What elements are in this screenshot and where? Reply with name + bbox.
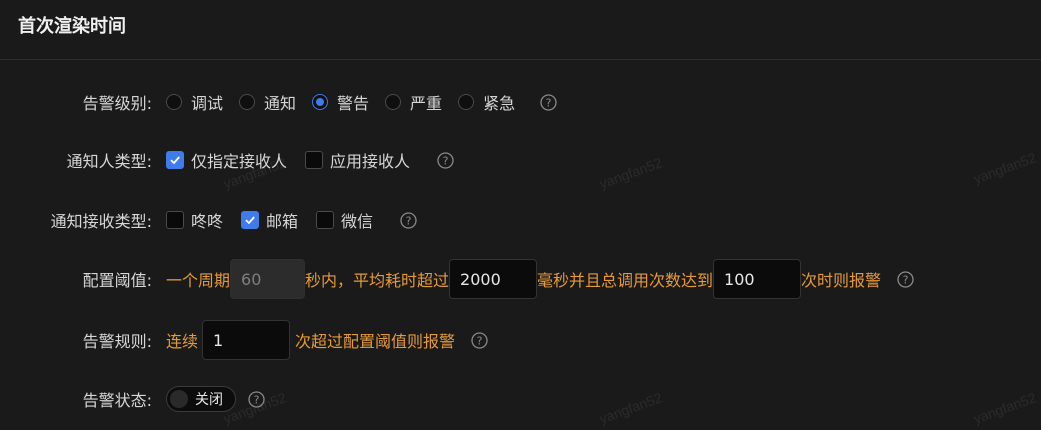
checkbox-box[interactable]: [305, 151, 324, 169]
checkbox-label: 邮箱: [266, 212, 299, 231]
receive-type-row: 通知接收类型: 咚咚 邮箱 微信 ?: [0, 200, 1041, 240]
checkmark-icon: [245, 216, 255, 225]
threshold-text-3: 毫秒并且总调用次数达到: [537, 271, 714, 290]
avg-time-value: 2000: [460, 269, 501, 289]
help-icon[interactable]: ?: [897, 270, 914, 288]
consecutive-count-input[interactable]: 1: [202, 320, 291, 360]
radio-label: 警告: [337, 94, 370, 113]
radio-circle[interactable]: [239, 94, 256, 110]
radio-label: 严重: [410, 94, 443, 113]
radio-label: 紧急: [483, 94, 516, 113]
svg-text:?: ?: [443, 154, 449, 167]
radio-circle[interactable]: [166, 94, 182, 110]
checkbox-label: 仅指定接收人: [191, 152, 288, 171]
threshold-text-1: 一个周期: [166, 271, 231, 290]
checkbox-specified-receivers[interactable]: 仅指定接收人: [166, 148, 287, 172]
svg-text:?: ?: [406, 214, 412, 227]
checkbox-wechat[interactable]: 微信: [316, 208, 373, 232]
toggle-text: 关闭: [195, 392, 223, 408]
help-icon[interactable]: ?: [540, 93, 557, 111]
avg-time-input[interactable]: 2000: [449, 259, 538, 299]
notifier-type-label: 通知人类型:: [66, 152, 152, 171]
radio-circle[interactable]: [312, 94, 329, 110]
notifier-type-row: 通知人类型: 仅指定接收人 应用接收人 ?: [0, 140, 1041, 180]
radio-circle[interactable]: [458, 94, 475, 110]
svg-text:?: ?: [546, 96, 552, 109]
rule-row: 告警规则: 连续 1 次超过配置阈值则报警 ?: [0, 320, 1041, 360]
rule-label: 告警规则:: [82, 332, 152, 351]
checkbox-box[interactable]: [166, 211, 184, 229]
rule-prefix: 连续: [166, 332, 199, 351]
alert-level-row: 告警级别: 调试 通知 警告 严重 紧急 ?: [0, 82, 1041, 122]
threshold-row: 配置阈值: 一个周期 60 秒内，平均耗时超过 2000 毫秒并且总调用次数达到…: [0, 259, 1041, 299]
period-seconds-input: 60: [230, 259, 306, 299]
radio-notice[interactable]: 通知: [239, 90, 296, 114]
threshold-label: 配置阈值:: [82, 271, 152, 290]
checkmark-icon: [170, 156, 180, 165]
call-count-input[interactable]: 100: [713, 259, 802, 299]
checkbox-label: 应用接收人: [330, 152, 411, 171]
radio-label: 通知: [264, 94, 297, 113]
checkbox-label: 微信: [341, 212, 374, 231]
consecutive-count-value: 1: [213, 330, 224, 350]
help-icon[interactable]: ?: [248, 390, 265, 408]
checkbox-dongdong[interactable]: 咚咚: [166, 208, 223, 232]
alert-level-label: 告警级别:: [82, 94, 152, 113]
status-row: 告警状态: 关闭 ?: [0, 379, 1041, 419]
checkbox-box[interactable]: [316, 211, 335, 229]
radio-urgent[interactable]: 紧急: [458, 90, 515, 114]
radio-circle[interactable]: [385, 94, 402, 110]
help-icon[interactable]: ?: [400, 211, 417, 229]
rule-suffix: 次超过配置阈值则报警: [295, 332, 456, 351]
toggle-knob: [170, 390, 188, 408]
svg-text:?: ?: [254, 393, 260, 406]
page-title: 首次渲染时间: [18, 16, 126, 37]
alert-status-toggle[interactable]: 关闭: [166, 386, 236, 412]
checkbox-email[interactable]: 邮箱: [241, 208, 298, 232]
checkbox-box[interactable]: [241, 211, 260, 229]
status-label: 告警状态:: [82, 391, 152, 410]
radio-debug[interactable]: 调试: [166, 90, 223, 114]
checkbox-app-receivers[interactable]: 应用接收人: [305, 148, 410, 172]
threshold-text-4: 次时则报警: [801, 271, 882, 290]
call-count-value: 100: [724, 269, 755, 289]
period-seconds-value: 60: [241, 269, 262, 289]
checkbox-box[interactable]: [166, 151, 184, 169]
help-icon[interactable]: ?: [471, 331, 488, 349]
checkbox-label: 咚咚: [191, 212, 224, 231]
svg-text:?: ?: [903, 273, 909, 286]
svg-text:?: ?: [477, 334, 483, 347]
radio-warning[interactable]: 警告: [312, 90, 369, 114]
radio-label: 调试: [191, 94, 224, 113]
receive-type-label: 通知接收类型:: [50, 212, 152, 231]
page-header: 首次渲染时间: [0, 0, 1041, 60]
help-icon[interactable]: ?: [437, 151, 454, 169]
radio-serious[interactable]: 严重: [385, 90, 442, 114]
threshold-text-2: 秒内，平均耗时超过: [305, 271, 450, 290]
